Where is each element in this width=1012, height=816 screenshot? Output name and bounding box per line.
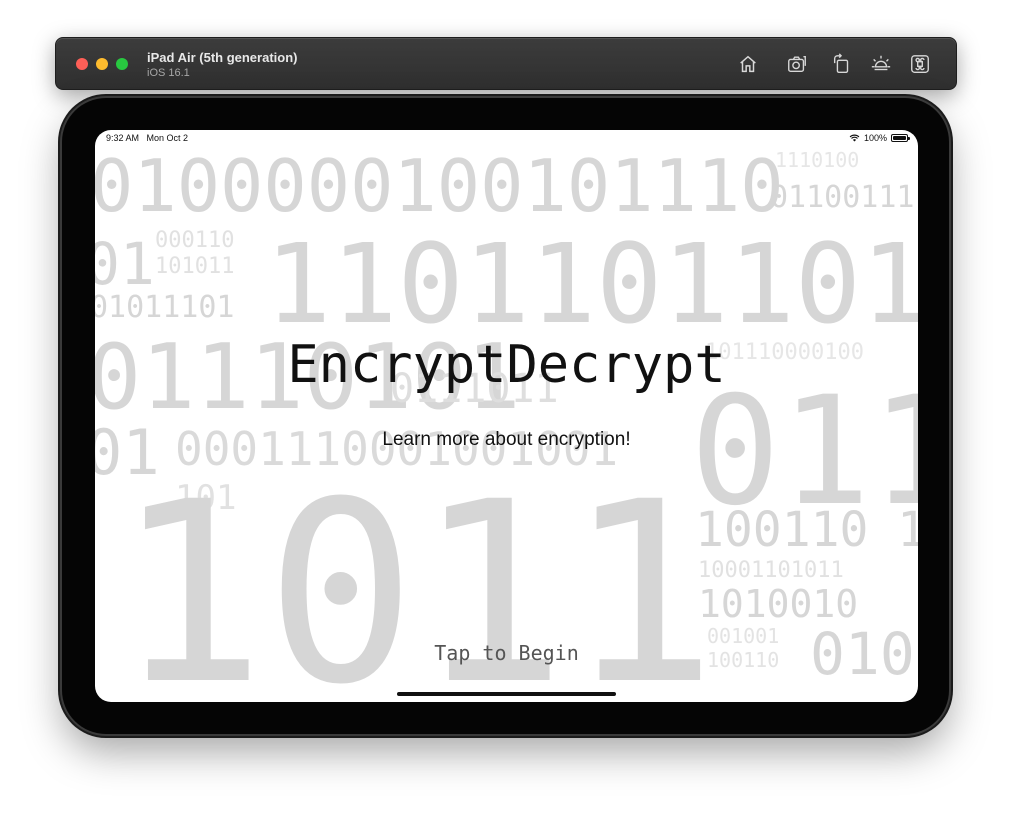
screenshot-icon xyxy=(788,55,806,73)
home-button[interactable] xyxy=(736,52,760,76)
binary-text: 0100000100101110 xyxy=(95,144,784,228)
device-name: iPad Air (5th generation) xyxy=(147,50,298,65)
binary-text: 10001101011 xyxy=(698,558,844,583)
simulator-title-bar: iPad Air (5th generation) iOS 16.1 xyxy=(55,37,957,90)
rotate-button[interactable] xyxy=(830,52,854,76)
status-date: Mon Oct 2 xyxy=(146,133,189,143)
appearance-icon xyxy=(871,55,891,71)
binary-text: 01011101 xyxy=(95,290,235,325)
zoom-window-button[interactable] xyxy=(116,58,128,70)
battery-icon xyxy=(891,134,910,142)
binary-text: 01 xyxy=(95,230,155,298)
binary-background: 0100000100101110 01100111 1110100 01 000… xyxy=(95,130,918,702)
tap-to-begin-button[interactable]: Tap to Begin xyxy=(95,641,918,665)
screenshot-button[interactable] xyxy=(785,52,809,76)
home-icon xyxy=(740,55,756,73)
device-screen[interactable]: 0100000100101110 01100111 1110100 01 000… xyxy=(95,130,918,702)
simulator-window: iPad Air (5th generation) iOS 16.1 01000… xyxy=(0,0,1012,816)
binary-text: 000110 xyxy=(155,228,235,253)
status-time: 9:32 AM xyxy=(106,133,140,143)
rotate-icon xyxy=(833,53,849,73)
status-bar-left: 9:32 AM Mon Oct 2 xyxy=(106,133,188,143)
binary-text: 100110 1 xyxy=(695,502,918,558)
command-button[interactable] xyxy=(908,52,932,76)
battery-percent: 100% xyxy=(863,133,887,143)
wifi-icon xyxy=(849,134,860,142)
appearance-button[interactable] xyxy=(869,52,893,76)
home-indicator[interactable] xyxy=(397,692,616,696)
app-subtitle: Learn more about encryption! xyxy=(382,429,631,450)
binary-text: 01100111 xyxy=(770,180,915,215)
binary-text: 1110100 xyxy=(775,148,860,172)
app-title: EncryptDecrypt xyxy=(287,335,726,395)
status-bar-right: 100% xyxy=(849,133,910,143)
minimize-window-button[interactable] xyxy=(96,58,108,70)
close-window-button[interactable] xyxy=(76,58,88,70)
command-icon xyxy=(911,55,929,73)
os-version: iOS 16.1 xyxy=(147,67,190,79)
binary-text: 101011 xyxy=(155,254,235,279)
